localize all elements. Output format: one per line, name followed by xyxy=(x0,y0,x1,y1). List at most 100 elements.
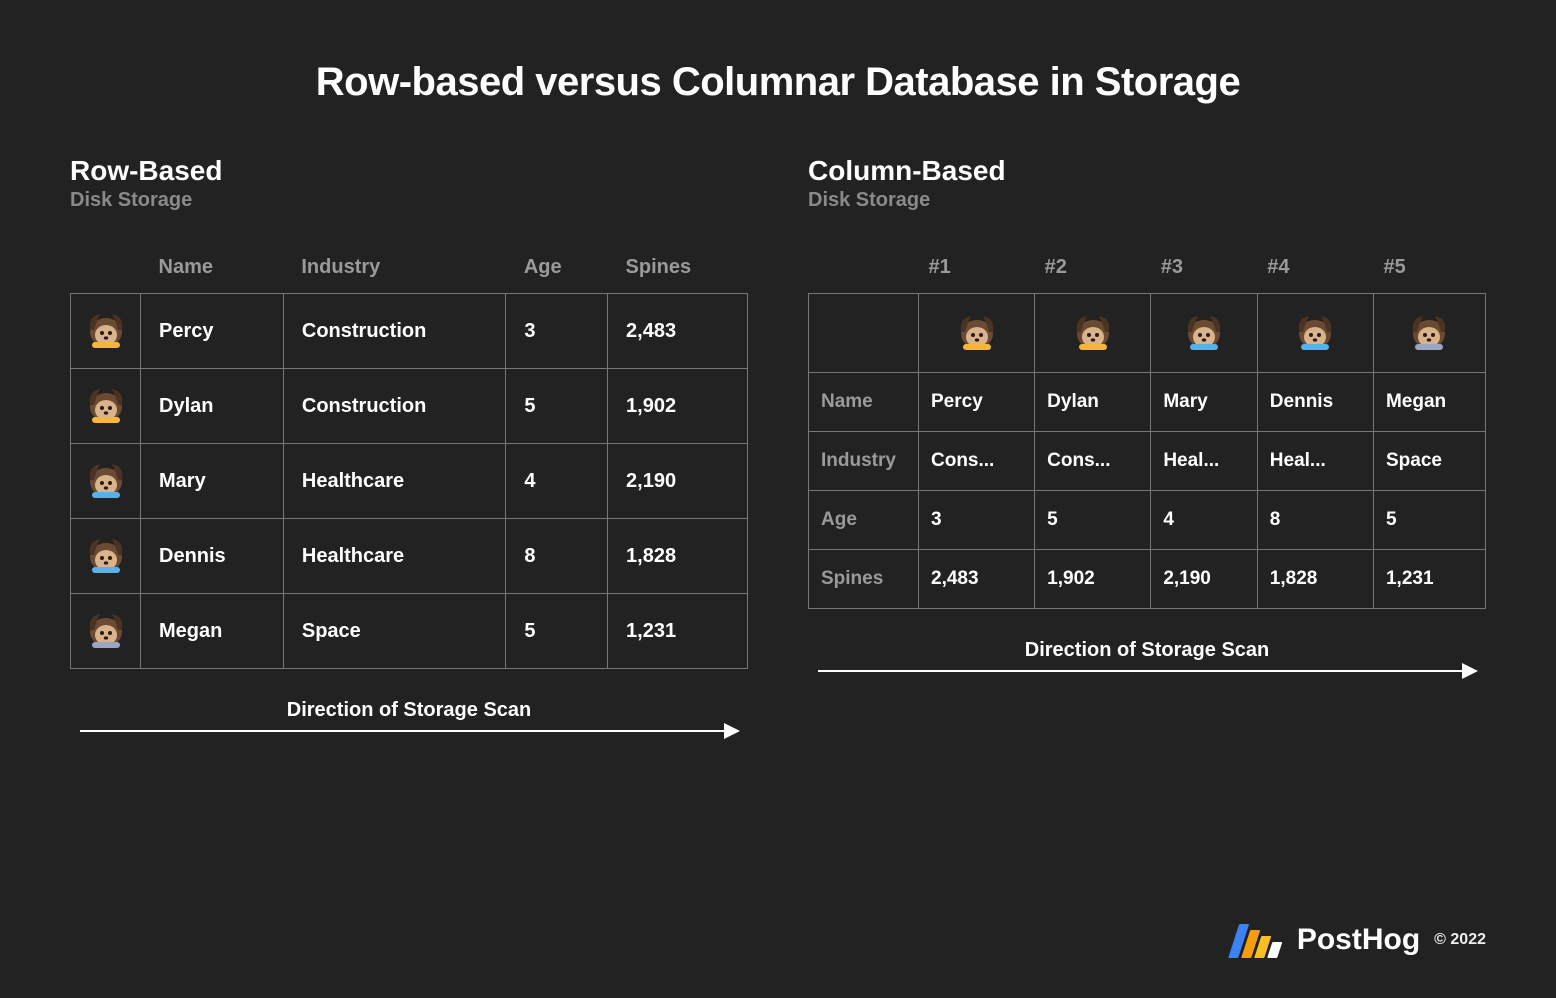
cell-age: 4 xyxy=(506,444,608,519)
table-row: Mary Healthcare 4 2,190 xyxy=(71,444,748,519)
hedgehog-space-icon xyxy=(82,604,130,652)
table-row: Age35485 xyxy=(809,491,1486,550)
col-row-label-blank xyxy=(809,294,919,373)
hedgehog-construction-icon xyxy=(953,306,1001,354)
cell-spines: 1,902 xyxy=(608,369,748,444)
cell-age: 5 xyxy=(506,594,608,669)
column-based-panel: Column-Based Disk Storage #1#2#3#4#5 xyxy=(808,155,1486,732)
col-avatar xyxy=(1257,294,1373,373)
col-cell: Heal... xyxy=(1257,432,1373,491)
row-col-name: Name xyxy=(141,242,284,294)
col-cell: Dennis xyxy=(1257,373,1373,432)
col-cell: Heal... xyxy=(1151,432,1257,491)
cell-industry: Healthcare xyxy=(283,519,505,594)
hedgehog-space-icon xyxy=(1405,306,1453,354)
row-scan-label: Direction of Storage Scan xyxy=(70,699,748,722)
cell-age: 8 xyxy=(506,519,608,594)
hedgehog-healthcare-icon xyxy=(1180,306,1228,354)
cell-name: Megan xyxy=(141,594,284,669)
table-row: Dylan Construction 5 1,902 xyxy=(71,369,748,444)
row-col-spines: Spines xyxy=(608,242,748,294)
cell-name: Percy xyxy=(141,294,284,369)
column-based-table: #1#2#3#4#5 xyxy=(808,242,1486,609)
cell-industry: Healthcare xyxy=(283,444,505,519)
col-cell: 5 xyxy=(1373,491,1485,550)
cell-spines: 2,483 xyxy=(608,294,748,369)
col-panel-subtitle: Disk Storage xyxy=(808,189,1486,212)
col-row-label: Age xyxy=(809,491,919,550)
cell-name: Dylan xyxy=(141,369,284,444)
col-avatar xyxy=(1035,294,1151,373)
col-cell: Megan xyxy=(1373,373,1485,432)
col-cell: 1,828 xyxy=(1257,550,1373,609)
hedgehog-healthcare-icon xyxy=(1291,306,1339,354)
row-col-industry: Industry xyxy=(283,242,505,294)
col-avatar xyxy=(919,294,1035,373)
row-avatar xyxy=(71,369,141,444)
page-title: Row-based versus Columnar Database in St… xyxy=(70,60,1486,105)
table-row: Percy Construction 3 2,483 xyxy=(71,294,748,369)
col-cell: 8 xyxy=(1257,491,1373,550)
col-cell: 1,902 xyxy=(1035,550,1151,609)
col-cell: 1,231 xyxy=(1373,550,1485,609)
row-scan-direction: Direction of Storage Scan xyxy=(70,699,748,732)
col-cell: Cons... xyxy=(1035,432,1151,491)
col-record-id: #4 xyxy=(1257,242,1373,294)
copyright: © 2022 xyxy=(1434,931,1486,949)
arrow-right-icon xyxy=(818,670,1476,672)
col-cell: 2,190 xyxy=(1151,550,1257,609)
col-panel-title: Column-Based xyxy=(808,155,1486,187)
col-avatar xyxy=(1151,294,1257,373)
hedgehog-construction-icon xyxy=(82,304,130,352)
cell-spines: 2,190 xyxy=(608,444,748,519)
cell-industry: Construction xyxy=(283,369,505,444)
table-row: Dennis Healthcare 8 1,828 xyxy=(71,519,748,594)
row-based-table: Name Industry Age Spines Percy Construct… xyxy=(70,242,748,669)
col-cell: 2,483 xyxy=(919,550,1035,609)
col-avatar xyxy=(1373,294,1485,373)
cell-industry: Space xyxy=(283,594,505,669)
row-avatar xyxy=(71,519,141,594)
cell-name: Dennis xyxy=(141,519,284,594)
brand-name: PostHog xyxy=(1297,923,1420,957)
row-based-panel: Row-Based Disk Storage Name Industry Age… xyxy=(70,155,748,732)
col-cell: Cons... xyxy=(919,432,1035,491)
col-cell: Dylan xyxy=(1035,373,1151,432)
table-row: NamePercyDylanMaryDennisMegan xyxy=(809,373,1486,432)
cell-age: 3 xyxy=(506,294,608,369)
arrow-right-icon xyxy=(80,730,738,732)
col-cell: Space xyxy=(1373,432,1485,491)
row-avatar xyxy=(71,294,141,369)
table-row: Spines2,4831,9022,1901,8281,231 xyxy=(809,550,1486,609)
col-record-id: #5 xyxy=(1373,242,1485,294)
footer: PostHog © 2022 xyxy=(1234,922,1486,958)
cell-spines: 1,231 xyxy=(608,594,748,669)
col-cell: Percy xyxy=(919,373,1035,432)
col-record-id: #1 xyxy=(919,242,1035,294)
cell-name: Mary xyxy=(141,444,284,519)
row-panel-subtitle: Disk Storage xyxy=(70,189,748,212)
col-scan-label: Direction of Storage Scan xyxy=(808,639,1486,662)
col-record-id: #3 xyxy=(1151,242,1257,294)
hedgehog-healthcare-icon xyxy=(82,454,130,502)
table-row: IndustryCons...Cons...Heal...Heal...Spac… xyxy=(809,432,1486,491)
cell-spines: 1,828 xyxy=(608,519,748,594)
col-row-label: Name xyxy=(809,373,919,432)
row-avatar xyxy=(71,444,141,519)
row-panel-title: Row-Based xyxy=(70,155,748,187)
hedgehog-healthcare-icon xyxy=(82,529,130,577)
hedgehog-construction-icon xyxy=(1069,306,1117,354)
col-scan-direction: Direction of Storage Scan xyxy=(808,639,1486,672)
row-avatar xyxy=(71,594,141,669)
col-cell: 3 xyxy=(919,491,1035,550)
col-row-label: Spines xyxy=(809,550,919,609)
col-cell: Mary xyxy=(1151,373,1257,432)
hedgehog-construction-icon xyxy=(82,379,130,427)
col-cell: 4 xyxy=(1151,491,1257,550)
col-cell: 5 xyxy=(1035,491,1151,550)
cell-industry: Construction xyxy=(283,294,505,369)
table-row xyxy=(809,294,1486,373)
row-col-age: Age xyxy=(506,242,608,294)
posthog-logo-icon xyxy=(1228,922,1289,958)
col-row-label: Industry xyxy=(809,432,919,491)
